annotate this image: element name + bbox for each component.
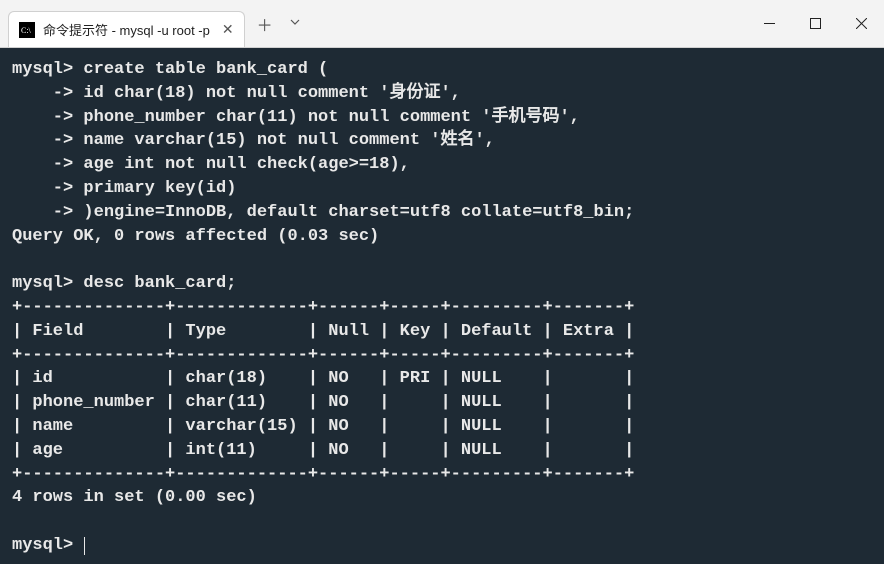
terminal-line: Query OK, 0 rows affected (0.03 sec) <box>12 227 379 246</box>
terminal-line: +--------------+-------------+------+---… <box>12 298 634 317</box>
tab-active[interactable]: C:\ 命令提示符 - mysql -u root -p ✕ <box>8 11 245 47</box>
terminal-line: | age | int(11) | NO | | NULL | | <box>12 441 634 460</box>
tab-title: 命令提示符 - mysql -u root -p <box>43 20 210 39</box>
close-button[interactable] <box>838 0 884 47</box>
terminal-line: 4 rows in set (0.00 sec) <box>12 488 257 507</box>
cursor-icon <box>84 537 85 555</box>
terminal-line: -> )engine=InnoDB, default charset=utf8 … <box>12 203 634 222</box>
terminal-line: | id | char(18) | NO | PRI | NULL | | <box>12 369 634 388</box>
terminal-line: -> id char(18) not null comment '身份证', <box>12 84 461 103</box>
svg-text:C:\: C:\ <box>21 26 32 35</box>
terminal-output[interactable]: mysql> create table bank_card ( -> id ch… <box>0 48 884 564</box>
terminal-line: -> age int not null check(age>=18), <box>12 155 410 174</box>
terminal-line: +--------------+-------------+------+---… <box>12 465 634 484</box>
terminal-line: -> primary key(id) <box>12 179 236 198</box>
terminal-line: +--------------+-------------+------+---… <box>12 346 634 365</box>
terminal-line: -> phone_number char(11) not null commen… <box>12 108 580 127</box>
terminal-line: mysql> desc bank_card; <box>12 274 236 293</box>
window-controls <box>746 0 884 47</box>
terminal-line: | Field | Type | Null | Key | Default | … <box>12 322 634 341</box>
terminal-line: -> name varchar(15) not null comment '姓名… <box>12 131 495 150</box>
minimize-button[interactable] <box>746 0 792 47</box>
terminal-prompt: mysql> <box>12 536 83 555</box>
window-titlebar: C:\ 命令提示符 - mysql -u root -p ✕ ＋ <box>0 0 884 48</box>
maximize-button[interactable] <box>792 0 838 47</box>
terminal-line: | phone_number | char(11) | NO | | NULL … <box>12 393 634 412</box>
tab-close-button[interactable]: ✕ <box>218 21 234 38</box>
tab-dropdown-button[interactable] <box>289 15 301 33</box>
tab-actions: ＋ <box>245 0 301 47</box>
cmd-icon: C:\ <box>19 22 35 38</box>
new-tab-button[interactable]: ＋ <box>257 12 273 36</box>
terminal-line: mysql> create table bank_card ( <box>12 60 328 79</box>
tabs-area: C:\ 命令提示符 - mysql -u root -p ✕ <box>0 0 245 47</box>
terminal-line: | name | varchar(15) | NO | | NULL | | <box>12 417 634 436</box>
